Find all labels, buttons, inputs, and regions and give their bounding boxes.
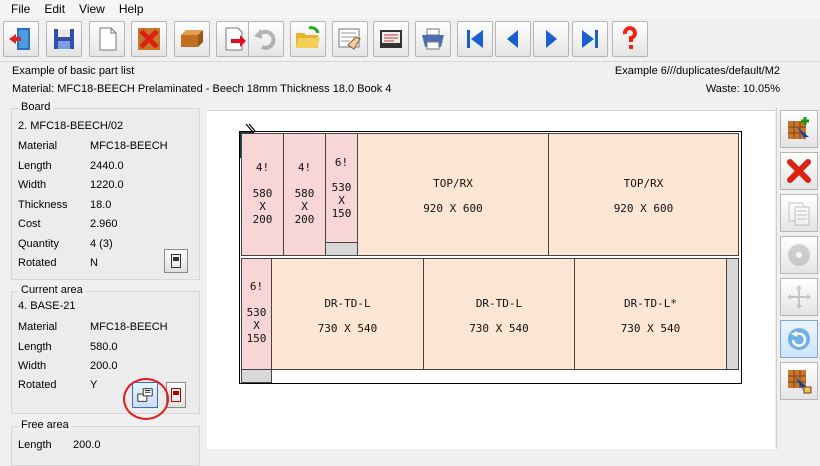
delete-icon <box>138 28 160 50</box>
next-button[interactable] <box>533 21 569 57</box>
delete-board-button[interactable] <box>131 21 167 57</box>
area-delete-icon <box>171 388 181 402</box>
highlight-circle <box>123 378 169 420</box>
help-button[interactable] <box>612 21 648 57</box>
new-button[interactable] <box>89 21 125 57</box>
part-580x200-b[interactable]: 4! 580 X 200 <box>283 133 326 256</box>
board-layout: 4! 580 X 200 4! 580 X 200 6! 530 X 150 T… <box>239 123 742 384</box>
saw-button[interactable] <box>780 236 818 274</box>
menu-view[interactable]: View <box>72 2 112 16</box>
free-area-title: Free area <box>18 419 72 431</box>
board-group: Board 2. MFC18-BEECH/02 Material MFC18-BE… <box>11 101 200 280</box>
properties-panel: Board 2. MFC18-BEECH/02 Material MFC18-BE… <box>8 98 204 466</box>
last-icon <box>582 30 598 48</box>
remove-icon <box>787 159 811 183</box>
area-row-rotated: Rotated Y <box>18 379 98 391</box>
board-row-rotated: Rotated N <box>18 257 98 269</box>
board-row-thickness: Thickness 18.0 <box>18 199 112 211</box>
board-rotate-button[interactable] <box>164 249 188 273</box>
open-folder-icon <box>296 26 320 48</box>
part-top-rx-a[interactable]: TOP/RX 920 X 600 <box>357 133 549 256</box>
part-530x150-b[interactable]: 6! 530 X 150 <box>241 258 272 370</box>
previous-button[interactable] <box>495 21 531 57</box>
right-toolbar <box>776 108 820 449</box>
part-top-rx-b[interactable]: TOP/RX 920 X 600 <box>548 133 739 256</box>
select-part-button[interactable] <box>780 362 818 400</box>
first-button[interactable] <box>457 21 493 57</box>
copy-list-button[interactable] <box>780 194 818 232</box>
current-area-group: Current area 4. BASE-21 Material MFC18-BE… <box>11 284 200 414</box>
current-area-id: 4. BASE-21 <box>18 300 76 312</box>
offcut-small <box>325 242 358 256</box>
print-button[interactable] <box>415 21 451 57</box>
select-part-icon <box>788 370 812 394</box>
current-area-title: Current area <box>18 284 86 296</box>
menu-edit[interactable]: Edit <box>37 2 72 16</box>
board-row-quantity: Quantity 4 (3) <box>18 238 113 250</box>
rotate-icon <box>788 328 810 350</box>
copy-list-icon <box>788 202 810 226</box>
previous-icon <box>507 30 518 48</box>
cutting-pattern-canvas: 4! 580 X 200 4! 580 X 200 6! 530 X 150 T… <box>207 110 775 449</box>
new-icon <box>99 27 117 51</box>
part-580x200-a[interactable]: 4! 580 X 200 <box>241 133 284 256</box>
pointer-button[interactable] <box>332 21 368 57</box>
move-icon <box>787 285 811 309</box>
report-button[interactable] <box>373 21 409 57</box>
add-part-button[interactable] <box>780 110 818 148</box>
hand-pointer-icon <box>338 28 361 50</box>
exit-button[interactable] <box>3 21 39 57</box>
help-icon <box>622 26 637 49</box>
undo-button[interactable] <box>248 21 284 57</box>
print-icon <box>422 28 444 50</box>
part-dr-td-l-c[interactable]: DR-TD-L* 730 X 540 <box>574 258 727 370</box>
board-row-length: Length 2440.0 <box>18 160 124 172</box>
area-row-material: Material MFC18-BEECH <box>18 321 168 333</box>
part-dr-td-l-b[interactable]: DR-TD-L 730 X 540 <box>423 258 575 370</box>
app-window: File Edit View Help Example of basic par… <box>0 0 820 466</box>
board-row-cost: Cost 2.960 <box>18 218 118 230</box>
area-delete-button[interactable] <box>166 382 186 408</box>
open-button[interactable] <box>290 21 326 57</box>
board-group-title: Board <box>18 101 54 113</box>
last-button[interactable] <box>572 21 608 57</box>
menu-help[interactable]: Help <box>112 2 151 16</box>
rotate-button[interactable] <box>780 320 818 358</box>
add-part-icon <box>788 117 809 141</box>
board-icon <box>181 30 203 47</box>
part-dr-td-l-a[interactable]: DR-TD-L 730 X 540 <box>271 258 424 370</box>
save-icon <box>54 29 74 49</box>
save-button[interactable] <box>46 21 82 57</box>
free-area-group: Free area Length 200.0 <box>11 419 200 466</box>
exit-icon <box>9 28 30 50</box>
waste-percent: Waste: 10.05% <box>705 83 780 95</box>
part-list-title: Example of basic part list <box>12 65 135 77</box>
area-row-length: Length 580.0 <box>18 341 118 353</box>
board-row-material: Material MFC18-BEECH <box>18 140 168 152</box>
free-row-length: Length 200.0 <box>18 439 101 451</box>
menu-bar: File Edit View Help <box>0 0 820 18</box>
report-icon <box>380 30 402 48</box>
material-description: Material: MFC18-BEECH Prelaminated - Bee… <box>12 83 392 95</box>
menu-file[interactable]: File <box>4 2 37 16</box>
main-toolbar <box>0 18 820 62</box>
undo-icon <box>254 29 276 50</box>
export-icon <box>225 27 246 51</box>
offcut-bottom <box>241 369 272 383</box>
first-icon <box>467 30 483 48</box>
area-row-width: Width 200.0 <box>18 360 118 372</box>
board-id: 2. MFC18-BEECH/02 <box>18 120 124 132</box>
part-530x150-a[interactable]: 6! 530 X 150 <box>325 133 358 243</box>
next-icon <box>546 30 557 48</box>
offcut-right <box>726 258 739 370</box>
board-button[interactable] <box>174 21 210 57</box>
export-button[interactable] <box>216 21 252 57</box>
board-rotate-icon <box>171 254 181 268</box>
board-row-width: Width 1220.0 <box>18 179 124 191</box>
saw-icon <box>788 244 810 266</box>
pattern-path: Example 6///duplicates/default/M2 <box>614 65 780 77</box>
remove-part-button[interactable] <box>780 152 818 190</box>
move-button[interactable] <box>780 278 818 316</box>
